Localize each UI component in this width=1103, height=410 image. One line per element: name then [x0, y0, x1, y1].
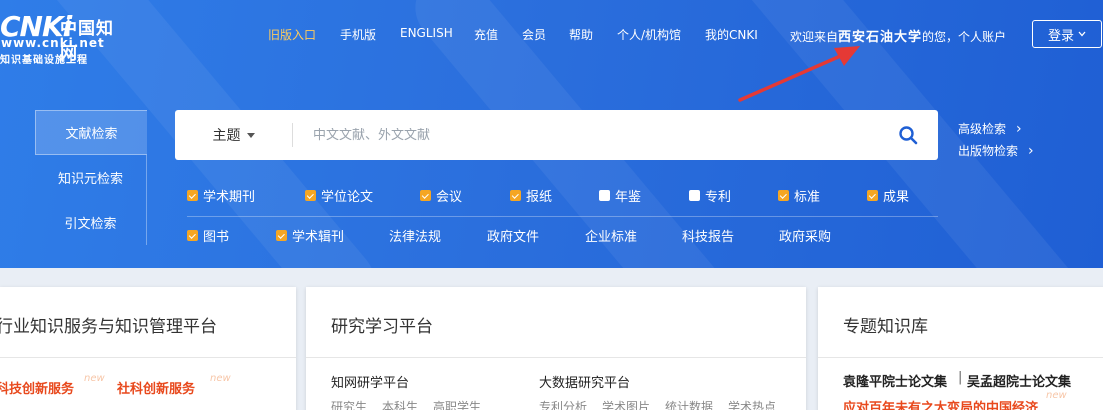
checkbox-checked-icon	[187, 190, 198, 201]
nav-recharge[interactable]: 充值	[474, 26, 498, 43]
source-checkbox-yearbooks[interactable]: 年鉴	[599, 186, 641, 205]
cnki-logo[interactable]: CNKi 中国知网 www.cnki.net 知识基础设施工程	[0, 6, 120, 66]
card-title: 研究学习平台	[331, 317, 433, 337]
search-input[interactable]	[293, 127, 878, 143]
card-divider	[306, 357, 806, 358]
tab-citation-search[interactable]: 引文检索	[35, 200, 147, 245]
nav-help[interactable]: 帮助	[569, 26, 593, 43]
nav-membership[interactable]: 会员	[522, 26, 546, 43]
economy-topic-link[interactable]: 应对百年未有之大变局的中国经济	[843, 397, 1038, 410]
source-link-tech-reports[interactable]: 科技报告	[682, 226, 734, 245]
source-checkbox-conferences[interactable]: 会议	[420, 186, 462, 205]
source-label: 报纸	[526, 190, 553, 205]
logo-url: www.cnki.net	[1, 36, 105, 50]
login-label: 登录	[1047, 28, 1074, 44]
welcome-suffix[interactable]: 的您，个人账户	[922, 30, 1006, 44]
source-label: 会议	[436, 190, 463, 205]
big-data-platform-link[interactable]: 大数据研究平台	[539, 372, 630, 391]
nav-english[interactable]: ENGLISH	[400, 26, 453, 40]
search-field-label: 主题	[212, 128, 241, 144]
source-link-gov-docs[interactable]: 政府文件	[487, 226, 539, 245]
patent-analysis-link[interactable]: 专利分析	[539, 398, 587, 410]
checkbox-checked-icon	[276, 230, 287, 241]
source-checkbox-journals[interactable]: 学术期刊	[187, 186, 255, 205]
source-checkbox-theses[interactable]: 学位论文	[305, 186, 373, 205]
source-label: 图书	[203, 230, 230, 245]
login-button[interactable]: 登录	[1032, 20, 1102, 48]
card-divider	[0, 357, 296, 358]
caret-down-icon	[246, 132, 255, 138]
advanced-search-label: 高级检索	[958, 122, 1007, 136]
academic-images-link[interactable]: 学术图片	[602, 398, 650, 410]
search-icon	[899, 126, 918, 145]
checkbox-checked-icon	[778, 190, 789, 201]
nav-mobile[interactable]: 手机版	[340, 26, 376, 43]
social-science-innovation-link[interactable]: 社科创新服务	[117, 378, 195, 397]
source-label: 成果	[883, 190, 910, 205]
new-badge: new	[210, 373, 231, 384]
card-title: 行业知识服务与知识管理平台	[0, 317, 217, 337]
chevron-right-icon: ›	[1028, 143, 1034, 159]
vocational-student-link[interactable]: 高职学生	[433, 398, 481, 410]
undergraduate-link[interactable]: 本科生	[382, 398, 418, 410]
source-label: 标准	[794, 190, 821, 205]
advanced-links: 高级检索 › 出版物检索 ›	[958, 118, 1034, 162]
source-checkbox-standards[interactable]: 标准	[778, 186, 820, 205]
checkbox-checked-icon	[867, 190, 878, 201]
chevron-down-icon	[1078, 31, 1086, 37]
search-button[interactable]	[878, 110, 938, 160]
source-checkbox-academic-collections[interactable]: 学术辑刊	[276, 226, 344, 245]
nav-old-version[interactable]: 旧版入口	[268, 26, 316, 43]
source-checkbox-patents[interactable]: 专利	[689, 186, 731, 205]
search-bar: 主题	[175, 110, 938, 160]
card-divider	[818, 357, 1103, 358]
research-platform-card: 研究学习平台 知网研学平台 研究生 本科生 高职学生 大数据研究平台 专利分析 …	[306, 287, 806, 410]
tech-innovation-link[interactable]: 科技创新服务	[0, 378, 74, 397]
checkbox-checked-icon	[305, 190, 316, 201]
source-link-gov-procurement[interactable]: 政府采购	[779, 226, 831, 245]
publication-search-label: 出版物检索	[958, 144, 1019, 158]
sources-divider	[187, 216, 938, 217]
hot-topics-link[interactable]: 学术热点	[728, 398, 776, 410]
source-label: 学术辑刊	[292, 230, 345, 245]
search-field-select[interactable]: 主题	[175, 123, 293, 147]
tab-literature-search[interactable]: 文献检索	[35, 110, 147, 155]
source-checkbox-achievements[interactable]: 成果	[867, 186, 909, 205]
advanced-search-link[interactable]: 高级检索 ›	[958, 118, 1034, 140]
hero-banner: CNKi 中国知网 www.cnki.net 知识基础设施工程 旧版入口 手机版…	[0, 0, 1103, 268]
nav-personal-institution[interactable]: 个人/机构馆	[617, 26, 681, 43]
industry-platform-card: 行业知识服务与知识管理平台 科技创新服务 new 社科创新服务 new	[0, 287, 296, 410]
source-checkbox-newspapers[interactable]: 报纸	[510, 186, 552, 205]
source-label: 学术期刊	[203, 190, 256, 205]
statistics-link[interactable]: 统计数据	[665, 398, 713, 410]
source-label: 学位论文	[321, 190, 374, 205]
source-label: 年鉴	[615, 190, 642, 205]
search-type-tabs: 文献检索 知识元检索 引文检索	[35, 110, 147, 245]
card-title: 专题知识库	[843, 317, 928, 337]
checkbox-unchecked-icon	[689, 190, 700, 201]
checkbox-unchecked-icon	[599, 190, 610, 201]
checkbox-checked-icon	[510, 190, 521, 201]
checkbox-checked-icon	[420, 190, 431, 201]
source-checkbox-books[interactable]: 图书	[187, 226, 229, 245]
link-divider: |	[958, 370, 963, 385]
cnki-study-platform-link[interactable]: 知网研学平台	[331, 372, 409, 391]
source-link-laws[interactable]: 法律法规	[389, 226, 441, 245]
annotation-arrow-icon	[738, 46, 860, 102]
wu-mengchao-collection-link[interactable]: 吴孟超院士论文集	[967, 371, 1071, 390]
yuan-longping-collection-link[interactable]: 袁隆平院士论文集	[843, 371, 947, 390]
graduate-link[interactable]: 研究生	[331, 398, 367, 410]
topic-library-card: 专题知识库 袁隆平院士论文集 | 吴孟超院士论文集 应对百年未有之大变局的中国经…	[818, 287, 1103, 410]
checkbox-checked-icon	[187, 230, 198, 241]
publication-search-link[interactable]: 出版物检索 ›	[958, 140, 1034, 162]
new-badge: new	[1046, 390, 1067, 401]
source-label: 专利	[705, 190, 732, 205]
chevron-right-icon: ›	[1016, 121, 1022, 137]
tab-knowledge-element-search[interactable]: 知识元检索	[35, 155, 147, 200]
new-badge: new	[84, 373, 105, 384]
logo-tagline: 知识基础设施工程	[0, 55, 88, 66]
source-link-enterprise-standards[interactable]: 企业标准	[585, 226, 637, 245]
